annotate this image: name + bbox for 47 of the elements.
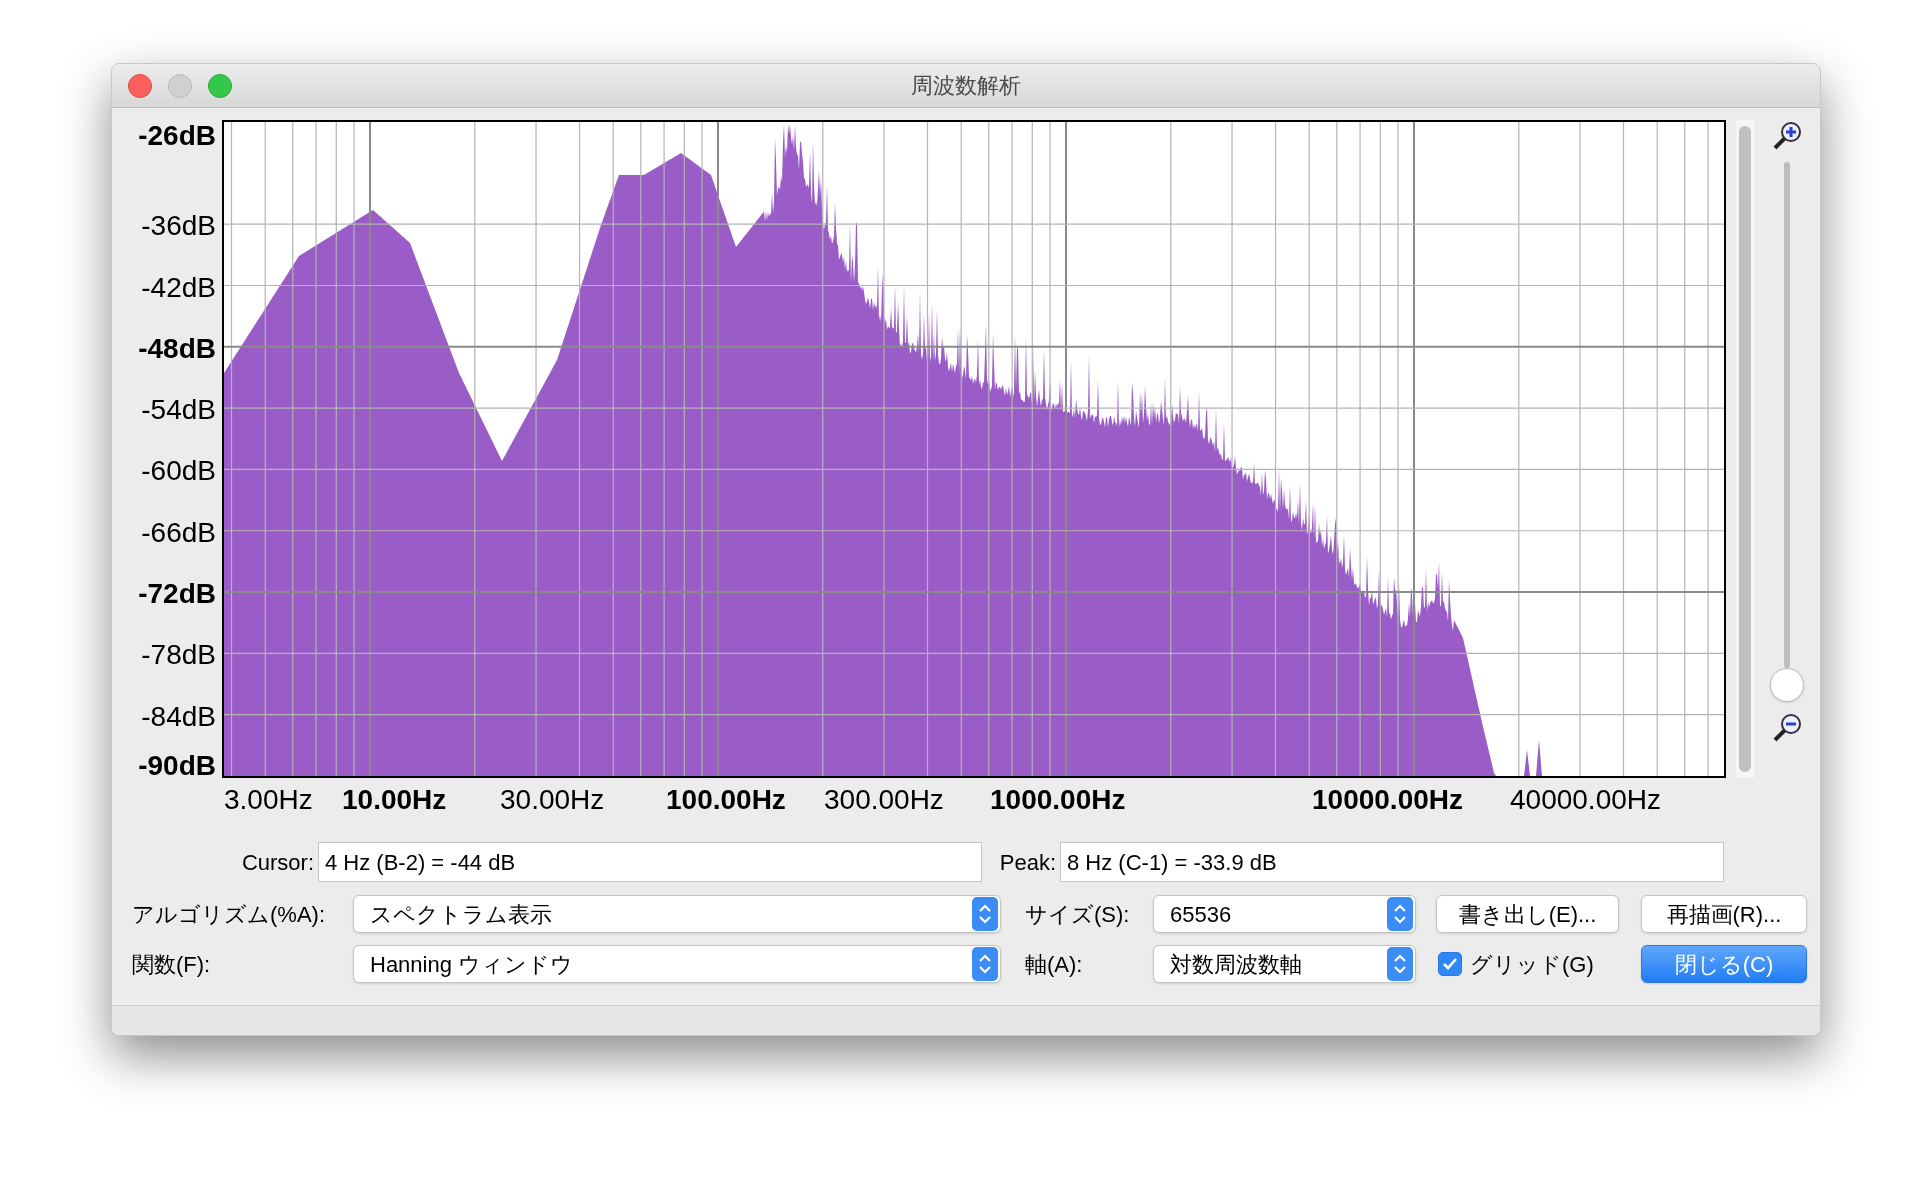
y-axis-label: -84dB — [141, 702, 216, 731]
x-axis-label: 10.00Hz — [342, 786, 447, 814]
stepper-icon — [972, 897, 998, 931]
algorithm-label: アルゴリズム(%A): — [131, 900, 326, 929]
slider-thumb[interactable] — [1770, 668, 1804, 702]
stepper-icon — [1387, 897, 1413, 931]
scroll-bar[interactable] — [1736, 120, 1754, 778]
minimize-button[interactable] — [168, 73, 192, 98]
stepper-icon — [972, 947, 998, 981]
y-axis-label: -54dB — [141, 396, 216, 425]
export-button[interactable]: 書き出し(E)... — [1436, 895, 1619, 933]
size-label: サイズ(S): — [1024, 900, 1131, 929]
stepper-icon — [1387, 947, 1413, 981]
y-axis-label: -78dB — [141, 641, 216, 670]
function-label: 関数(F): — [131, 950, 212, 979]
axis-label: 軸(A): — [1024, 950, 1084, 979]
y-axis-label: -36dB — [141, 212, 216, 241]
x-axis-label: 100.00Hz — [666, 786, 786, 814]
y-axis-label: -66dB — [141, 518, 216, 547]
algorithm-dropdown[interactable]: スペクトラム表示 — [353, 895, 1001, 933]
close-button[interactable] — [128, 73, 152, 98]
x-axis-label: 1000.00Hz — [990, 786, 1126, 814]
y-axis-label: -90dB — [138, 752, 216, 780]
zoom-out-icon[interactable] — [1771, 712, 1803, 744]
x-axis-label: 40000.00Hz — [1510, 786, 1661, 814]
x-axis-label: 300.00Hz — [824, 786, 944, 814]
y-axis-label: -42dB — [141, 273, 216, 302]
grid-checkbox[interactable] — [1438, 952, 1462, 976]
grid-checkbox-label: グリッド(G) — [1470, 950, 1594, 979]
function-dropdown[interactable]: Hanning ウィンドウ — [353, 945, 1001, 983]
peak-field[interactable]: 8 Hz (C-1) = -33.9 dB — [1060, 842, 1724, 882]
axis-dropdown[interactable]: 対数周波数軸 — [1153, 945, 1416, 983]
x-axis-label: 3.00Hz — [224, 786, 313, 814]
peak-label: Peak: — [998, 848, 1057, 877]
y-axis-label: -26dB — [138, 122, 216, 150]
window-title: 周波数解析 — [911, 72, 1021, 100]
redraw-button[interactable]: 再描画(R)... — [1641, 895, 1807, 933]
x-axis-label: 10000.00Hz — [1312, 786, 1463, 814]
size-dropdown[interactable]: 65536 — [1153, 895, 1416, 933]
zoom-button[interactable] — [208, 73, 232, 98]
x-axis-label: 30.00Hz — [500, 786, 605, 814]
zoom-in-icon[interactable] — [1771, 120, 1803, 152]
y-axis-label: -72dB — [138, 580, 216, 609]
cursor-label: Cursor: — [240, 848, 315, 877]
y-axis-label: -60dB — [141, 457, 216, 486]
cursor-field[interactable]: 4 Hz (B-2) = -44 dB — [318, 842, 982, 882]
y-axis-label: -48dB — [138, 334, 216, 363]
